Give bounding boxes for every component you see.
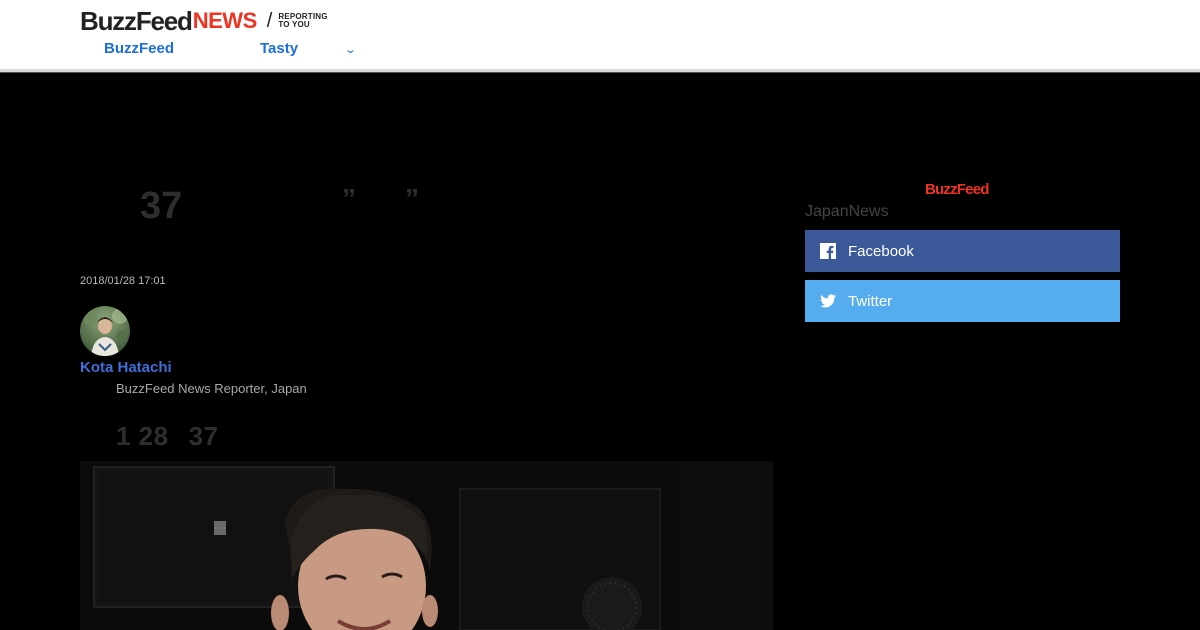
author-avatar[interactable] (80, 306, 130, 356)
chevron-down-icon[interactable]: ⌄ (344, 43, 357, 56)
article-title-quote-open: ” (342, 183, 356, 214)
logo-tagline: REPORTING TO YOU (278, 12, 327, 30)
logo-tagline-line2: TO YOU (278, 20, 310, 29)
share-facebook-label: Facebook (848, 242, 914, 260)
nav-link-tasty[interactable]: Tasty (260, 40, 298, 57)
facebook-icon (820, 243, 836, 259)
dateline-age: 37 (188, 421, 219, 451)
twitter-icon (820, 293, 836, 309)
site-header: BuzzFeed NEWS / REPORTING TO YOU BuzzFee… (0, 0, 1200, 70)
author-avatar-image (80, 306, 130, 356)
sidebar-section-label: JapanNews (805, 203, 889, 220)
author-role: BuzzFeed News Reporter, Japan (116, 381, 307, 396)
article-hero-image (80, 461, 773, 630)
hero-photo (80, 461, 773, 630)
article-title-quote-close: ” (405, 183, 419, 214)
article-timestamp: 2018/01/28 17:01 (80, 275, 166, 287)
article-title-number: 37 (140, 185, 183, 227)
nav-link-buzzfeed[interactable]: BuzzFeed (104, 40, 174, 57)
dateline-month-day: 1 28 (116, 421, 169, 451)
share-twitter-label: Twitter (848, 292, 893, 310)
logo-slash: / (266, 10, 273, 32)
article-overlay: 37 ” ” 2018/01/28 17:01 Kota Hatachi Buz… (0, 73, 1200, 630)
author-name-link[interactable]: Kota Hatachi (80, 359, 172, 376)
article-dateline: 1 28 37 (116, 421, 239, 452)
logo-buzzfeed-text: BuzzFeed (80, 6, 193, 36)
sidebar-buzzfeed-logo[interactable]: BuzzFeed (925, 181, 989, 198)
buzzfeed-news-logo[interactable]: BuzzFeed NEWS / REPORTING TO YOU (80, 8, 328, 34)
logo-news-text: NEWS (192, 8, 258, 33)
share-facebook-button[interactable]: Facebook (805, 230, 1120, 272)
share-twitter-button[interactable]: Twitter (805, 280, 1120, 322)
